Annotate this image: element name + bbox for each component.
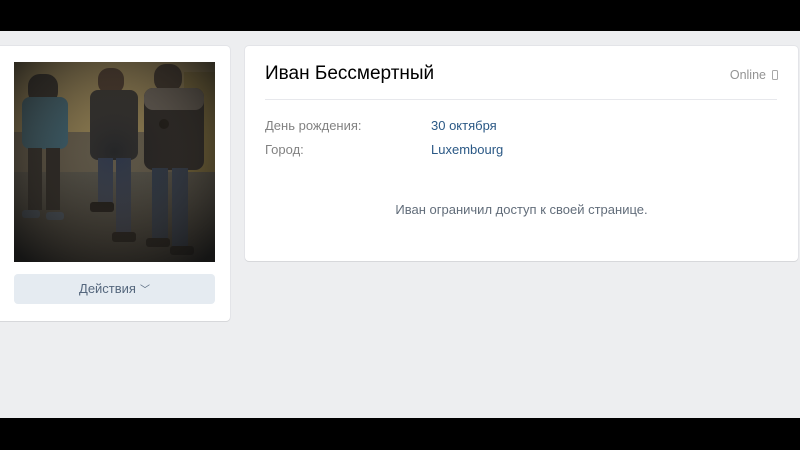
restricted-access-message: Иван ограничил доступ к своей странице. <box>395 202 648 217</box>
mobile-phone-icon <box>772 70 778 80</box>
profile-info-card: Иван Бессмертный Online День рождения: 3… <box>245 46 798 261</box>
profile-photo[interactable] <box>14 62 215 262</box>
letterbox-bottom <box>0 418 800 450</box>
letterbox-top <box>0 0 800 31</box>
birthday-label: День рождения: <box>265 118 362 133</box>
actions-button[interactable]: Действия ﹀ <box>14 274 215 304</box>
actions-button-label: Действия <box>79 281 136 296</box>
avatar-card: Действия ﹀ <box>0 46 230 321</box>
online-status: Online <box>730 68 778 82</box>
photo-image <box>14 62 215 262</box>
header-divider <box>265 99 777 100</box>
city-label: Город: <box>265 142 304 157</box>
birthday-link[interactable]: 30 октября <box>431 118 497 133</box>
profile-page: Действия ﹀ Иван Бессмертный Online День р… <box>0 31 800 418</box>
online-status-text: Online <box>729 68 766 82</box>
city-link[interactable]: Luxembourg <box>431 142 503 157</box>
profile-name: Иван Бессмертный <box>265 63 435 84</box>
chevron-down-icon: ﹀ <box>139 285 150 296</box>
